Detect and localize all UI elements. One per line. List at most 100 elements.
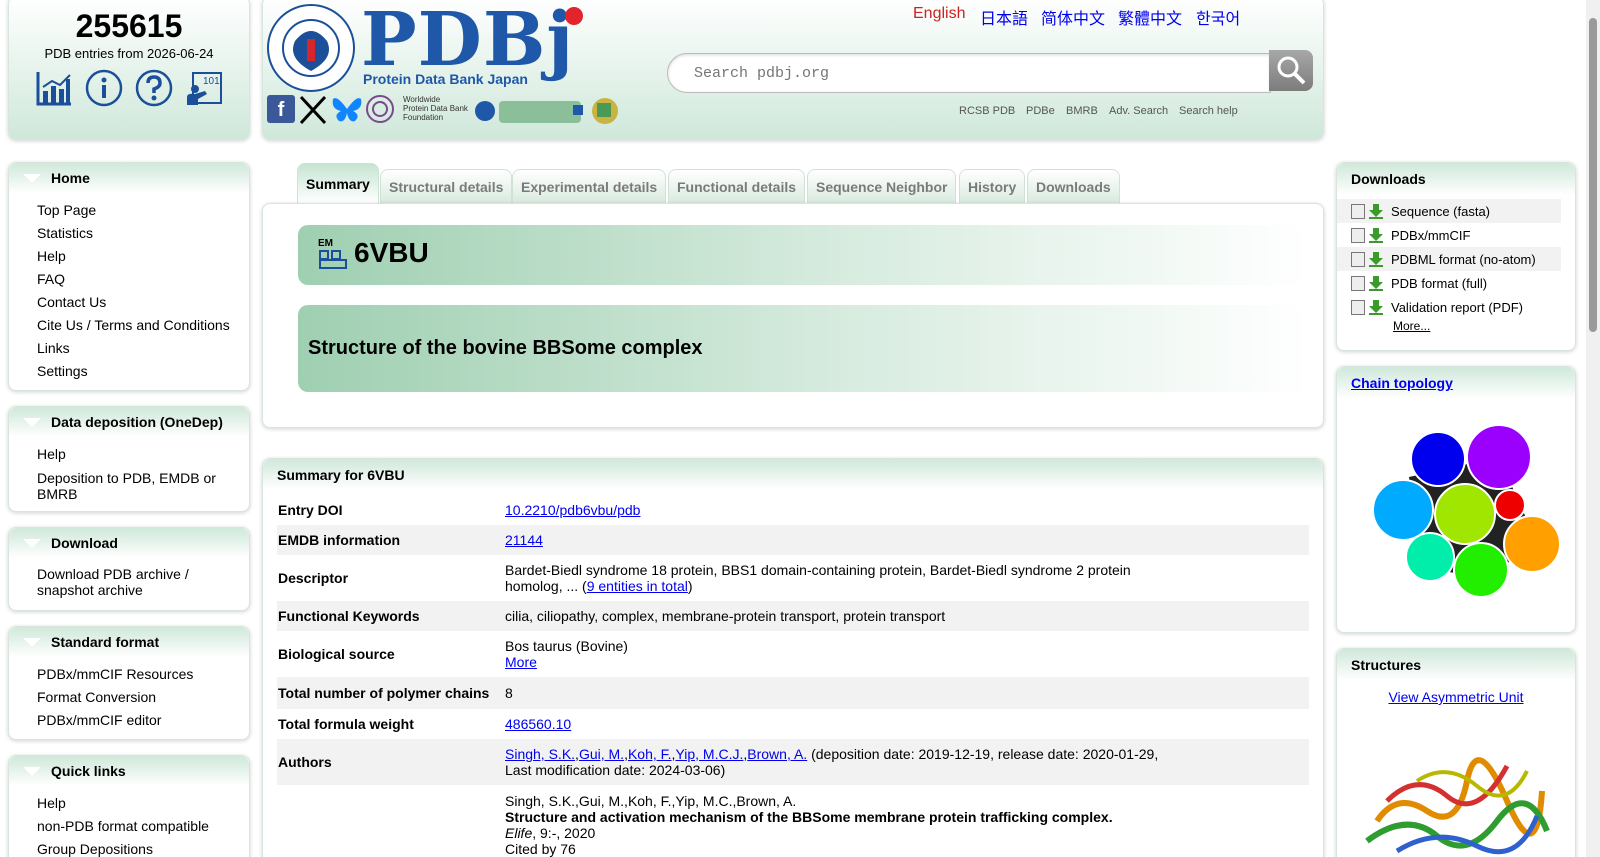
help-icon[interactable] xyxy=(135,69,173,107)
lang-simplified-chinese[interactable]: 简体中文 xyxy=(1041,5,1105,29)
bluesky-icon[interactable] xyxy=(331,95,363,125)
sidebar-standard-header[interactable]: Standard format xyxy=(9,627,249,657)
keywords-value: cilia, ciliopathy, complex, membrane-pro… xyxy=(505,608,946,624)
view-file-icon[interactable] xyxy=(1351,275,1365,291)
download-arrow-icon[interactable] xyxy=(1369,275,1383,291)
lang-traditional-chinese[interactable]: 繁體中文 xyxy=(1118,5,1182,29)
sidebar-item-settings[interactable]: Settings xyxy=(37,360,249,383)
scrollbar-thumb[interactable] xyxy=(1589,18,1597,332)
link-pdbe[interactable]: PDBe xyxy=(1026,105,1055,117)
entry-doi-link[interactable]: 10.2210/pdb6vbu/pdb xyxy=(505,502,640,518)
sidebar-item-format-conversion[interactable]: Format Conversion xyxy=(37,686,249,709)
download-item-pdbml[interactable]: PDBML format (no-atom) xyxy=(1337,247,1561,271)
tab-downloads[interactable]: Downloads xyxy=(1027,169,1120,203)
author-link[interactable]: Gui, M. xyxy=(579,746,624,762)
download-label: PDBx/mmCIF xyxy=(1391,227,1471,243)
sidebar-download-header[interactable]: Download xyxy=(9,528,249,558)
author-link[interactable]: Brown, A. xyxy=(747,746,807,762)
tab-history[interactable]: History xyxy=(959,169,1026,203)
structure-preview-image[interactable] xyxy=(1357,741,1557,857)
formula-weight-link[interactable]: 486560.10 xyxy=(505,716,571,732)
emdb-link[interactable]: 21144 xyxy=(505,532,543,548)
lang-japanese[interactable]: 日本語 xyxy=(980,5,1028,29)
sidebar-item-help[interactable]: Help xyxy=(37,245,249,268)
sidebar-item-mmcif-editor[interactable]: PDBx/mmCIF editor xyxy=(37,709,249,732)
sidebar-item-faq[interactable]: FAQ xyxy=(37,268,249,291)
tutorial-icon[interactable]: 101 xyxy=(185,69,223,107)
sidebar-item-group-depositions[interactable]: Group Depositions xyxy=(37,838,249,857)
view-file-icon[interactable] xyxy=(1351,203,1365,219)
tab-summary[interactable]: Summary xyxy=(297,163,379,203)
sidebar-item-cite[interactable]: Cite Us / Terms and Conditions xyxy=(37,314,249,337)
search-button[interactable] xyxy=(1269,50,1313,91)
x-twitter-icon[interactable] xyxy=(298,95,328,125)
row-label: Descriptor xyxy=(278,570,349,586)
wwpdb-logo[interactable] xyxy=(473,93,623,127)
author-link[interactable]: Yip, M.C.J. xyxy=(675,746,743,762)
citation-authors: Singh, S.K.,Gui, M.,Koh, F.,Yip, M.C.,Br… xyxy=(505,793,797,809)
entry-id: 6VBU xyxy=(354,237,429,268)
entities-total-link[interactable]: 9 entities in total xyxy=(587,578,688,594)
tab-experimental-details[interactable]: Experimental details xyxy=(512,169,667,203)
logo-red-dot xyxy=(565,7,583,25)
view-file-icon[interactable] xyxy=(1351,251,1365,267)
tab-structural-details[interactable]: Structural details xyxy=(380,169,513,203)
download-item-pdb[interactable]: PDB format (full) xyxy=(1337,271,1561,295)
sidebar-item-statistics[interactable]: Statistics xyxy=(37,222,249,245)
download-label: Sequence (fasta) xyxy=(1391,203,1491,219)
lang-korean[interactable]: 한국어 xyxy=(1196,5,1240,29)
download-item-validation[interactable]: Validation report (PDF) xyxy=(1337,295,1561,319)
citation-title: Structure and activation mechanism of th… xyxy=(505,809,1113,825)
downloads-more-link[interactable]: More... xyxy=(1393,319,1430,333)
wwpdb-foundation-icon[interactable] xyxy=(365,94,395,124)
pdbj-seal-logo[interactable] xyxy=(265,3,357,93)
lang-english[interactable]: English xyxy=(913,5,965,23)
wwpdb-foundation-label[interactable]: Worldwide Protein Data Bank Foundation xyxy=(403,95,468,122)
sidebar-item-mmcif-resources[interactable]: PDBx/mmCIF Resources xyxy=(37,663,249,686)
download-item-mmcif[interactable]: PDBx/mmCIF xyxy=(1337,223,1561,247)
sidebar-home-header[interactable]: Home xyxy=(9,163,249,193)
chain-topology-link[interactable]: Chain topology xyxy=(1351,375,1453,391)
sidebar-item-non-pdb[interactable]: non-PDB format compatible xyxy=(37,815,249,838)
sidebar-item-contact[interactable]: Contact Us xyxy=(37,291,249,314)
sidebar-item-links[interactable]: Links xyxy=(37,337,249,360)
sidebar-item-deposition-help[interactable]: Help xyxy=(37,443,249,466)
link-bmrb[interactable]: BMRB xyxy=(1066,105,1098,117)
tab-functional-details[interactable]: Functional details xyxy=(668,169,806,203)
source-more-link[interactable]: More xyxy=(505,654,537,670)
view-file-icon[interactable] xyxy=(1351,227,1365,243)
download-arrow-icon[interactable] xyxy=(1369,299,1383,315)
link-search-help[interactable]: Search help xyxy=(1179,105,1238,117)
sidebar-item-quick-help[interactable]: Help xyxy=(37,792,249,815)
sidebar-deposition-header[interactable]: Data deposition (OneDep) xyxy=(9,407,249,437)
view-asymmetric-unit-link[interactable]: View Asymmetric Unit xyxy=(1388,689,1523,705)
statistics-icon[interactable] xyxy=(35,69,73,107)
pdbj-logo[interactable]: PDBj Protein Data Bank Japan xyxy=(361,1,587,91)
citation-journal: Elife, 9:-, 2020 xyxy=(505,825,1309,841)
info-icon[interactable] xyxy=(85,69,123,107)
downloads-header: Downloads xyxy=(1337,163,1575,195)
view-file-icon[interactable] xyxy=(1351,299,1365,315)
tab-sequence-neighbor[interactable]: Sequence Neighbor xyxy=(807,169,957,203)
summary-header: Summary for 6VBU xyxy=(263,459,1323,489)
summary-panel: Summary for 6VBU Entry DOI 10.2210/pdb6v… xyxy=(262,458,1324,857)
facebook-icon[interactable]: f xyxy=(267,95,295,123)
search-input[interactable] xyxy=(667,53,1271,93)
download-arrow-icon[interactable] xyxy=(1369,227,1383,243)
sidebar-item-deposition[interactable]: Deposition to PDB, EMDB or BMRB xyxy=(37,470,249,502)
author-link[interactable]: Singh, S.K. xyxy=(505,746,575,762)
link-adv-search[interactable]: Adv. Search xyxy=(1109,105,1168,117)
sidebar-quick-header[interactable]: Quick links xyxy=(9,756,249,786)
author-link[interactable]: Koh, F. xyxy=(628,746,672,762)
page-scrollbar[interactable] xyxy=(1586,0,1600,857)
sidebar-item-top-page[interactable]: Top Page xyxy=(37,199,249,222)
link-rcsb[interactable]: RCSB PDB xyxy=(959,105,1015,117)
foundation-line-3: Foundation xyxy=(403,113,444,122)
row-label: Entry DOI xyxy=(278,502,343,518)
chain-topology-diagram[interactable] xyxy=(1349,417,1565,607)
sidebar-item-download-archive[interactable]: Download PDB archive / snapshot archive xyxy=(37,566,249,598)
download-item-fasta[interactable]: Sequence (fasta) xyxy=(1337,199,1561,223)
download-arrow-icon[interactable] xyxy=(1369,251,1383,267)
download-arrow-icon[interactable] xyxy=(1369,203,1383,219)
sidebar-deposition-title: Data deposition (OneDep) xyxy=(51,414,223,430)
